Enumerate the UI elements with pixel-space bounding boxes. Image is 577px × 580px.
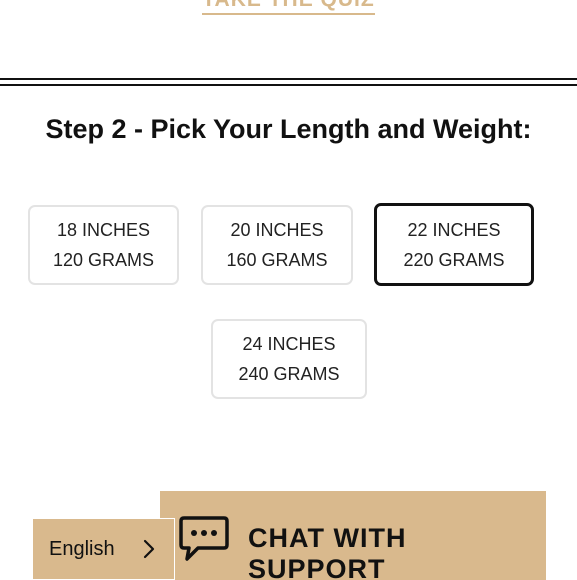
option-length: 20 INCHES xyxy=(230,220,324,240)
option-22-inches[interactable]: 22 INCHES 220 GRAMS xyxy=(374,203,534,286)
divider-top xyxy=(0,78,577,80)
option-length: 24 INCHES xyxy=(242,334,336,354)
page: TAKE THE QUIZ Step 2 - Pick Your Length … xyxy=(0,0,577,580)
divider-bottom xyxy=(0,84,577,86)
option-18-inches[interactable]: 18 INCHES 120 GRAMS xyxy=(28,205,179,285)
language-selector[interactable]: English xyxy=(32,518,175,580)
chat-bubble-icon xyxy=(179,516,229,561)
option-weight: 220 GRAMS xyxy=(403,249,505,270)
option-weight: 120 GRAMS xyxy=(52,250,155,270)
option-weight: 240 GRAMS xyxy=(238,364,340,384)
language-label: English xyxy=(49,538,115,560)
chat-with-support-label: CHAT WITH SUPPORT xyxy=(248,523,407,580)
option-20-inches[interactable]: 20 INCHES 160 GRAMS xyxy=(201,205,353,285)
take-the-quiz-link[interactable]: TAKE THE QUIZ xyxy=(0,0,577,15)
chevron-right-icon xyxy=(143,539,155,559)
step-title: Step 2 - Pick Your Length and Weight: xyxy=(45,114,532,144)
option-length: 22 INCHES xyxy=(407,219,501,240)
take-the-quiz-label[interactable]: TAKE THE QUIZ xyxy=(202,0,375,15)
chat-with-support-button[interactable]: CHAT WITH SUPPORT xyxy=(160,491,546,580)
option-24-inches[interactable]: 24 INCHES 240 GRAMS xyxy=(211,319,367,399)
option-weight: 160 GRAMS xyxy=(226,250,328,270)
option-length: 18 INCHES xyxy=(56,220,151,240)
